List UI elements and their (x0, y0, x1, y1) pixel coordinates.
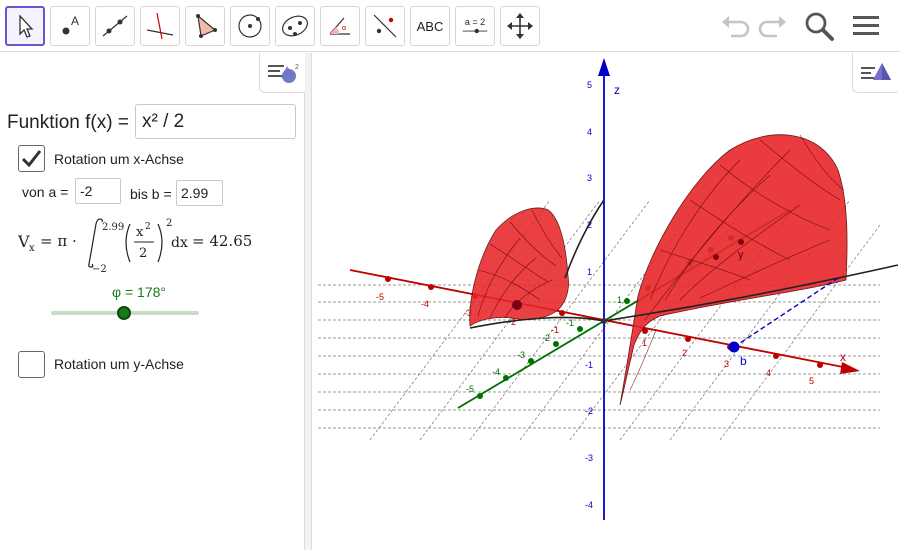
bis-label: bis b = (130, 186, 172, 202)
slider-tool[interactable]: a = 2 (455, 6, 495, 46)
view-splitter[interactable] (305, 53, 312, 550)
menu-icon (853, 16, 879, 35)
formula-lower: −2 (92, 264, 107, 272)
b-input[interactable]: 2.99 (176, 180, 223, 206)
y-tick: -5 (466, 384, 474, 394)
function-input[interactable]: x² / 2 (135, 104, 296, 139)
z-tick: -4 (585, 500, 593, 510)
undo-icon (722, 16, 750, 38)
search-button[interactable] (801, 8, 837, 44)
x-tick: 3 (724, 359, 729, 369)
angle-icon: α (329, 17, 350, 35)
rotation-x-label: Rotation um x-Achse (54, 151, 184, 167)
y-tick: -1 (566, 318, 574, 328)
rotation-y-checkbox[interactable] (18, 351, 45, 378)
text-tool-label: ABC (416, 18, 444, 34)
reflect-tool[interactable] (365, 6, 405, 46)
formula-num: x (136, 225, 144, 240)
z-tick: -3 (585, 453, 593, 463)
undo-button[interactable] (718, 8, 754, 44)
cursor-arrow-icon (19, 14, 34, 38)
revolution-surface-right: y (619, 134, 848, 406)
revolution-surface-left (469, 207, 569, 327)
rotation-x-checkbox[interactable] (18, 145, 45, 172)
move-arrows-icon (507, 13, 533, 39)
algebra-style-button[interactable]: 2 (259, 53, 305, 93)
conic-tool[interactable] (275, 6, 315, 46)
x-tick: -4 (421, 299, 429, 309)
z-tick: -2 (585, 406, 593, 416)
rotation-y-label: Rotation um y-Achse (54, 356, 184, 372)
von-label: von a = (22, 184, 69, 200)
phi-slider-label: φ = 178° (112, 284, 166, 300)
formula-eq: = π · (40, 232, 77, 250)
circle-icon (238, 14, 262, 38)
a-input[interactable]: -2 (75, 178, 121, 204)
x-tick: 5 (809, 376, 814, 386)
y-tick: -2 (542, 333, 550, 343)
move-graphics-tool[interactable] (500, 6, 540, 46)
svg-text:α: α (342, 25, 346, 32)
z-tick: 1 (587, 267, 592, 277)
formula-den: 2 (139, 246, 147, 261)
perpendicular-line-tool[interactable] (140, 6, 180, 46)
graphics-3d-view[interactable]: z 5 4 3 2 1 -1 -2 -3 -4 -5 -4 -3 -2 -1 1… (312, 53, 900, 550)
origin (601, 318, 607, 324)
x-tick: -1 (551, 325, 559, 335)
z-tick: 3 (587, 173, 592, 183)
style-bar-icon: 2 (267, 64, 299, 83)
z-tick: -1 (585, 360, 593, 370)
slider-tool-label: a = 2 (464, 17, 486, 27)
z-axis-label: z (614, 83, 620, 97)
point-icon: A (62, 14, 79, 35)
point-tool[interactable]: A (50, 6, 90, 46)
formula-upper: 2.99 (102, 222, 124, 233)
svg-text:A: A (71, 14, 79, 28)
scene-3d[interactable]: z 5 4 3 2 1 -1 -2 -3 -4 -5 -4 -3 -2 -1 1… (312, 53, 900, 550)
formula-result: = 42.65 (192, 232, 252, 250)
line-icon (102, 15, 128, 37)
reflect-icon (373, 14, 397, 38)
y-tick: -3 (517, 350, 525, 360)
y-tick: -4 (492, 367, 500, 377)
function-label: Funktion f(x) = (7, 112, 129, 133)
polygon-tool[interactable] (185, 6, 225, 46)
menu-button[interactable] (848, 8, 884, 44)
angle-tool[interactable]: α (320, 6, 360, 46)
z-tick: 4 (587, 127, 592, 137)
x-tick: -5 (376, 292, 384, 302)
x-tick: 2 (682, 348, 687, 358)
z-tick: 5 (587, 80, 592, 90)
y-axis-label: y (738, 249, 744, 261)
polygon-icon (196, 14, 217, 38)
line-tool[interactable] (95, 6, 135, 46)
toolbar: A α ABC a = 2 (0, 0, 900, 52)
ellipse-icon (282, 15, 308, 37)
check-icon (21, 150, 42, 168)
redo-icon (758, 16, 786, 38)
formula-dx: dx (171, 235, 188, 251)
svg-text:2: 2 (295, 64, 299, 71)
x-axis-label: x (840, 350, 846, 364)
point-b-label: b (740, 354, 747, 368)
redo-button[interactable] (754, 8, 790, 44)
formula-num-exp: 2 (145, 222, 151, 232)
move-tool[interactable] (5, 6, 45, 46)
perpendicular-icon (146, 12, 174, 40)
z-axis: z 5 4 3 2 1 -1 -2 -3 -4 (585, 58, 620, 520)
slider-icon (462, 28, 488, 34)
circle-tool[interactable] (230, 6, 270, 46)
x-tick: 4 (766, 368, 771, 378)
formula-sub: x (29, 243, 35, 254)
text-tool[interactable]: ABC (410, 6, 450, 46)
y-tick: 1 (617, 295, 622, 305)
x-tick: 1 (642, 338, 647, 348)
formula-outer-exp: 2 (166, 218, 172, 229)
search-icon (805, 12, 834, 41)
volume-formula: V x = π · 2.99 −2 x 2 2 2 dx = 42.65 (18, 218, 252, 272)
